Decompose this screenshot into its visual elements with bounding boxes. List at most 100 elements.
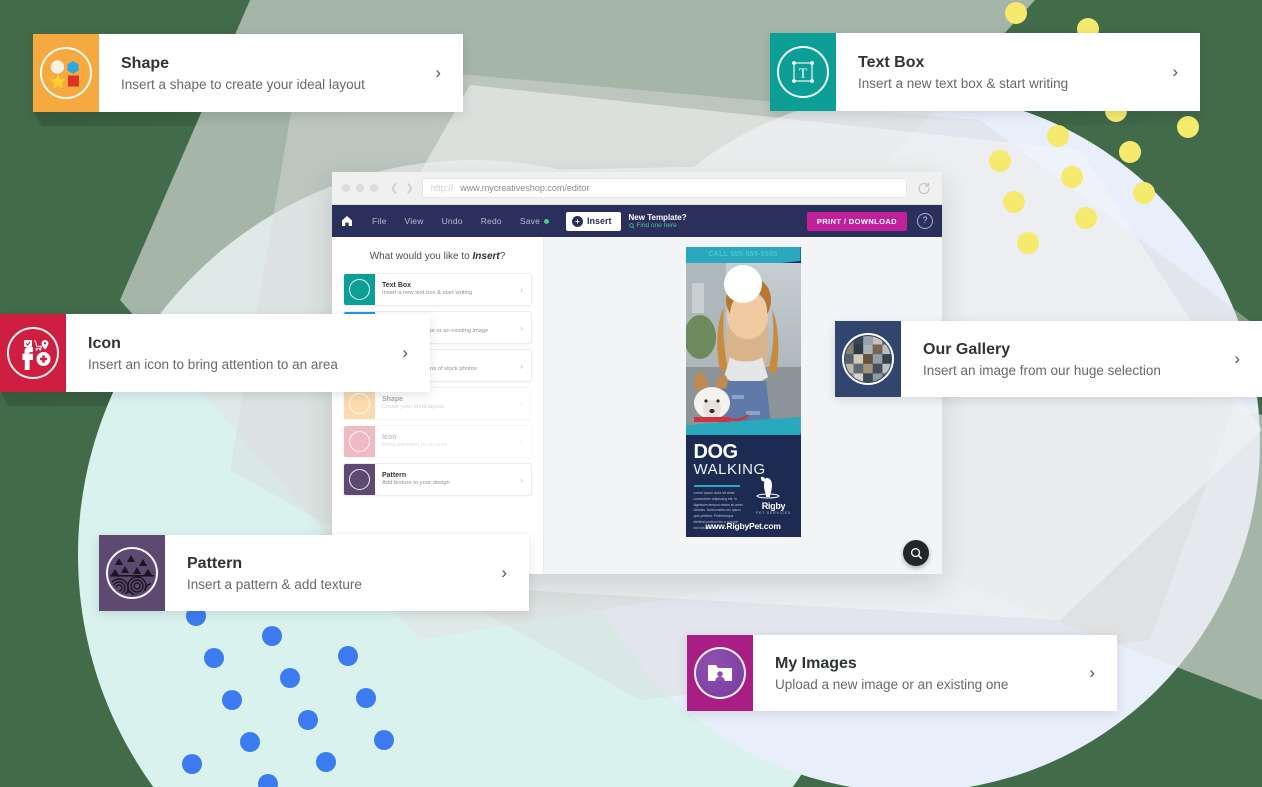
feature-card-my-images[interactable]: My Images Upload a new image or an exist… (687, 635, 1117, 725)
decor-dot (222, 690, 242, 710)
plus-icon: + (572, 215, 584, 227)
chevron-right-icon[interactable]: › (479, 535, 529, 611)
chevron-right-icon[interactable]: › (520, 285, 531, 295)
svg-text:T: T (799, 67, 808, 82)
decor-dot (280, 668, 300, 688)
url-text: www.mycreativeshop.com/editor (460, 183, 590, 193)
insert-row[interactable]: Text Box Insert a new text box & start wr… (343, 273, 532, 306)
page-root: ❮ ❯ http:// www.mycreativeshop.com/editor… (0, 0, 1262, 787)
menu-redo[interactable]: Redo (472, 216, 511, 226)
card-subtitle: Insert a shape to create your ideal layo… (121, 77, 365, 93)
card-text-icon: Icon Insert an icon to bring attention t… (66, 314, 380, 392)
decor-dot (1177, 116, 1199, 138)
chevron-right-icon[interactable]: › (1212, 321, 1262, 397)
insert-row-icon (344, 464, 375, 495)
decor-dot (316, 752, 336, 772)
insert-row-text: Pattern Add texture to your design (375, 472, 520, 487)
card-subtitle: Insert a pattern & add texture (187, 577, 362, 593)
card-subtitle: Insert an icon to bring attention to an … (88, 357, 338, 373)
chevron-right-icon[interactable]: › (1150, 33, 1200, 111)
insert-button[interactable]: + Insert (566, 211, 621, 231)
decor-dot (356, 688, 376, 708)
magnifier-icon[interactable] (903, 540, 929, 566)
design-canvas: CALL 555-555-5555 DOG WALKING Lorem ipsu… (544, 237, 942, 574)
chevron-right-icon[interactable]: › (380, 314, 430, 392)
decor-dot (338, 646, 358, 666)
browser-chrome: ❮ ❯ http:// www.mycreativeshop.com/editor (332, 172, 942, 205)
insert-row-text: Shape Create your ideal layout (375, 396, 520, 411)
decor-dot (1017, 232, 1039, 254)
window-controls (342, 184, 378, 192)
new-template-title: New Template? (628, 212, 687, 222)
decor-dot (1061, 166, 1083, 188)
card-title: My Images (775, 654, 857, 672)
insert-row-title: Icon (382, 433, 397, 441)
feature-card-pattern[interactable]: Pattern Insert a pattern & add texture › (99, 535, 529, 625)
pattern-icon (99, 535, 165, 611)
shape-icon (33, 34, 99, 112)
menu-save[interactable]: Save (511, 216, 558, 226)
decor-dot (1133, 182, 1155, 204)
card-text-my-images: My Images Upload a new image or an exist… (753, 635, 1067, 711)
dog-silhouette-icon (756, 476, 779, 499)
card-title: Text Box (858, 53, 925, 71)
new-template-block[interactable]: New Template? Find one here (629, 213, 687, 230)
icon-library-icon (0, 314, 66, 392)
card-text-our-gallery: Our Gallery Insert an image from our hug… (901, 321, 1212, 397)
feature-card-shape[interactable]: Shape Insert a shape to create your idea… (33, 34, 463, 126)
save-status-dot (544, 219, 550, 224)
decor-dot (182, 754, 202, 774)
feature-card-text-box[interactable]: T Text Box Insert a new text box & start… (770, 33, 1200, 125)
decor-dot (1047, 125, 1069, 147)
feature-card-our-gallery[interactable]: Our Gallery Insert an image from our hug… (835, 321, 1262, 411)
decor-dot (240, 732, 260, 752)
editor-toolbar: File View Undo Redo Save + Insert New Te… (332, 205, 942, 237)
door-hanger-design[interactable]: CALL 555-555-5555 DOG WALKING Lorem ipsu… (685, 247, 801, 537)
chevron-right-icon[interactable]: › (520, 437, 531, 447)
insert-row[interactable]: Icon Bring attention to an area › (343, 425, 532, 458)
home-icon[interactable] (341, 215, 353, 227)
hanger-headline: DOG WALKING (693, 441, 766, 478)
browser-nav-arrows: ❮ ❯ (390, 182, 414, 194)
decor-dot (989, 150, 1011, 172)
menu-view[interactable]: View (396, 216, 433, 226)
chevron-right-icon[interactable]: › (1067, 635, 1117, 711)
help-icon[interactable]: ? (917, 213, 933, 229)
insert-row-text: Icon Bring attention to an area (375, 434, 520, 449)
insert-row-title: Shape (382, 395, 404, 403)
feature-card-icon[interactable]: Icon Insert an icon to bring attention t… (0, 314, 430, 406)
insert-row-icon (344, 274, 375, 305)
menu-file[interactable]: File (363, 216, 396, 226)
card-text-shape: Shape Insert a shape to create your idea… (99, 34, 413, 112)
chevron-right-icon[interactable]: › (520, 361, 531, 371)
hanger-divider (693, 485, 740, 487)
hanger-hole (724, 265, 762, 303)
print-download-button[interactable]: PRINT / DOWNLOAD (806, 211, 907, 231)
card-subtitle: Insert an image from our huge selection (923, 363, 1161, 379)
chevron-right-icon[interactable]: › (520, 323, 531, 333)
insert-row-subtitle: Insert a new text box & start writing (382, 290, 473, 297)
address-bar[interactable]: http:// www.mycreativeshop.com/editor (421, 178, 907, 198)
my-images-folder-icon (687, 635, 753, 711)
save-label: Save (519, 216, 541, 226)
decor-dot (1075, 207, 1097, 229)
card-title: Pattern (187, 554, 243, 572)
card-subtitle: Insert a new text box & start writing (858, 76, 1069, 92)
find-template-link[interactable]: Find one here (628, 222, 687, 229)
hanger-logo: Rigby PET SERVICES (753, 475, 795, 515)
chevron-right-icon[interactable]: › (520, 475, 531, 485)
insert-row-icon (344, 426, 375, 457)
chevron-right-icon[interactable]: › (520, 399, 531, 409)
url-scheme: http:// (430, 183, 454, 193)
chevron-right-icon[interactable]: › (413, 34, 463, 112)
reload-icon[interactable] (916, 180, 932, 196)
decor-dot (374, 730, 394, 750)
card-subtitle: Upload a new image or an existing one (775, 677, 1009, 693)
card-text-text-box: Text Box Insert a new text box & start w… (836, 33, 1150, 111)
menu-undo[interactable]: Undo (433, 216, 472, 226)
hanger-call-line: CALL 555-555-5555 (708, 251, 778, 258)
insert-label: Insert (587, 216, 612, 226)
insert-row[interactable]: Pattern Add texture to your design › (343, 463, 532, 496)
insert-row-icon (344, 388, 375, 419)
gallery-mosaic-icon (835, 321, 901, 397)
